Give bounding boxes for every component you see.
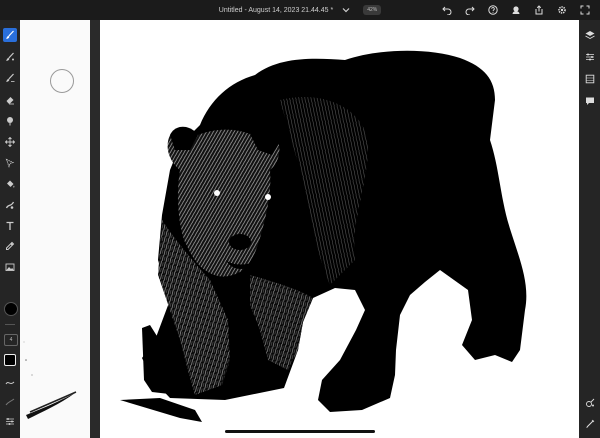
redo-icon[interactable] — [463, 3, 477, 17]
top-bar: Untitled - August 14, 2023 21.44.45 * 42… — [0, 0, 600, 20]
fullscreen-icon[interactable] — [578, 3, 592, 17]
brush-size-chip[interactable]: 4 — [4, 334, 18, 346]
top-actions — [440, 3, 592, 17]
brush-opacity-chip[interactable] — [4, 354, 16, 366]
chevron-down-icon[interactable] — [339, 3, 353, 17]
touch-shortcut-icon[interactable] — [583, 417, 596, 430]
cloud-sync-icon[interactable] — [509, 3, 523, 17]
tool-bar: 4 — [0, 20, 20, 438]
color-swatch[interactable] — [4, 302, 18, 316]
panel-divider — [90, 20, 100, 438]
smudge-icon[interactable] — [3, 114, 17, 128]
zoom-level[interactable]: 42% — [363, 5, 382, 15]
brush-settings-icon[interactable] — [3, 395, 17, 409]
fill-panel-icon[interactable] — [583, 72, 596, 85]
transform-icon[interactable] — [3, 135, 17, 149]
text-icon[interactable] — [3, 219, 17, 233]
eraser-icon[interactable] — [3, 93, 17, 107]
reference-icon[interactable] — [583, 396, 596, 409]
live-brush-icon[interactable] — [3, 50, 17, 64]
fill-icon[interactable] — [3, 177, 17, 191]
settings-icon[interactable] — [555, 3, 569, 17]
share-icon[interactable] — [532, 3, 546, 17]
pixel-brush-icon[interactable] — [3, 28, 17, 42]
right-tool-bar — [579, 20, 600, 438]
smoothing-icon[interactable] — [3, 376, 17, 390]
bear-artwork — [120, 50, 527, 422]
help-icon[interactable] — [486, 3, 500, 17]
image-icon[interactable] — [3, 260, 17, 274]
selection-icon[interactable] — [3, 156, 17, 170]
drawing-canvas[interactable] — [100, 20, 579, 438]
vector-brush-icon[interactable] — [3, 71, 17, 85]
liquify-icon[interactable] — [3, 198, 17, 212]
document-title[interactable]: Untitled - August 14, 2023 21.44.45 * — [219, 7, 333, 14]
adjustments-icon[interactable] — [3, 414, 17, 428]
divider — [5, 324, 15, 325]
brush-panel[interactable] — [20, 20, 90, 438]
stroke-preview — [23, 341, 77, 419]
layers-icon[interactable] — [583, 28, 596, 41]
comments-icon[interactable] — [583, 94, 596, 107]
undo-icon[interactable] — [440, 3, 454, 17]
layer-properties-icon[interactable] — [583, 50, 596, 63]
home-indicator[interactable] — [225, 430, 375, 433]
eyedropper-icon[interactable] — [3, 239, 17, 253]
